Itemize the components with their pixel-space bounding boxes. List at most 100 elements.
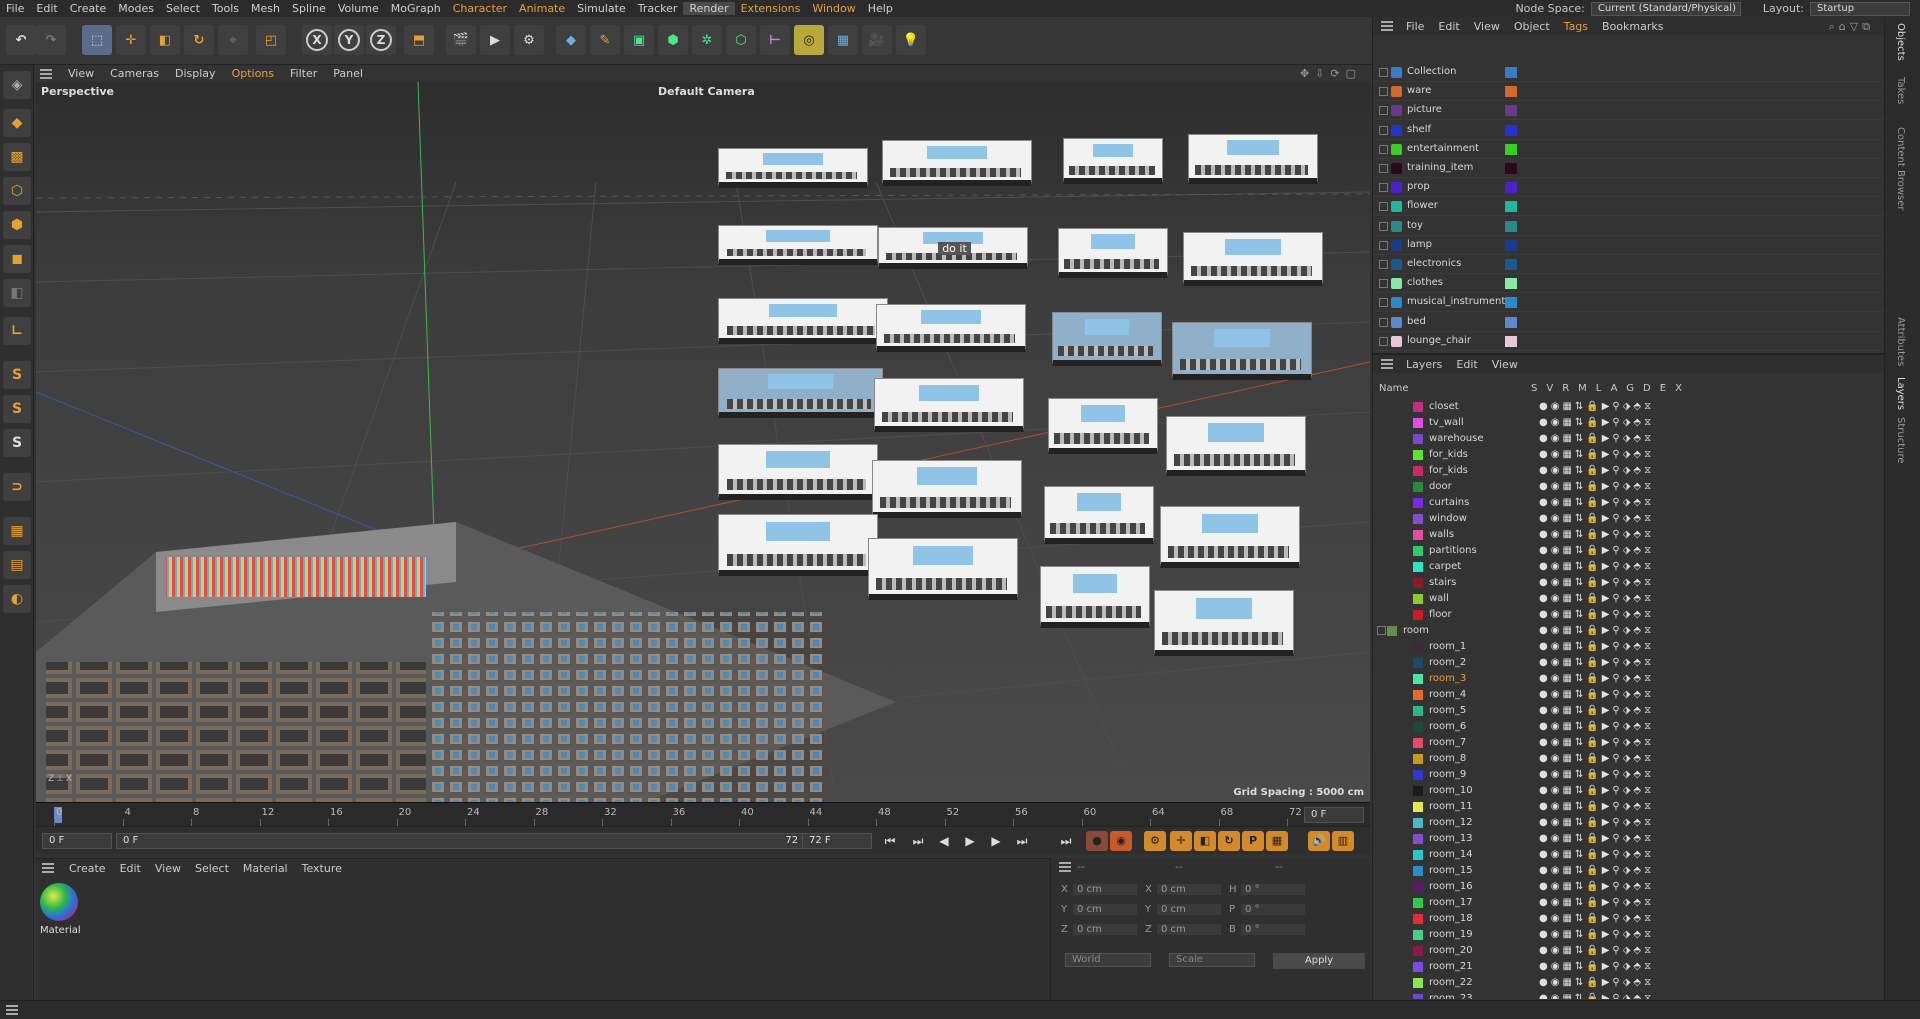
expand-icon[interactable] bbox=[1379, 336, 1388, 346]
coord-value-field[interactable]: 0 cm bbox=[1073, 924, 1137, 935]
object-row[interactable]: flower bbox=[1373, 197, 1885, 217]
viewport-nav-icons[interactable]: ✥⇩⟳▢ bbox=[1300, 67, 1362, 80]
layer-color-swatch[interactable] bbox=[1413, 450, 1423, 460]
layer-row[interactable]: room_14 ●◉▦⇅🔒▶⚲⬗⬘⧖ bbox=[1373, 847, 1885, 863]
layer-row[interactable]: closet ●◉▦⇅🔒▶⚲⬗⬘⧖ bbox=[1373, 399, 1885, 415]
locked-workplane-icon[interactable]: ◐ bbox=[3, 585, 31, 613]
expand-icon[interactable] bbox=[1379, 125, 1388, 135]
layer-flag-toggles[interactable]: ●◉▦⇅🔒▶⚲⬗⬘⧖ bbox=[1539, 849, 1654, 860]
layer-row[interactable]: room_21 ●◉▦⇅🔒▶⚲⬗⬘⧖ bbox=[1373, 959, 1885, 975]
layer-flag-toggles[interactable]: ●◉▦⇅🔒▶⚲⬗⬘⧖ bbox=[1539, 465, 1654, 476]
expand-icon[interactable] bbox=[1379, 298, 1388, 308]
menu-modes[interactable]: Modes bbox=[112, 2, 160, 15]
dock-tab-structure[interactable]: Structure bbox=[1895, 417, 1906, 464]
current-frame-field[interactable]: 0 F bbox=[1304, 807, 1364, 823]
workplane-snap-icon[interactable]: S bbox=[3, 429, 31, 457]
key-pla-icon[interactable]: ▦ bbox=[1266, 831, 1288, 851]
layer-flag-toggles[interactable]: ●◉▦⇅🔒▶⚲⬗⬘⧖ bbox=[1539, 929, 1654, 940]
layer-color-swatch[interactable] bbox=[1413, 642, 1423, 652]
coord-mode-dropdown[interactable]: World bbox=[1065, 953, 1151, 967]
layer-color-swatch[interactable] bbox=[1413, 818, 1423, 828]
layer-row[interactable]: stairs ●◉▦⇅🔒▶⚲⬗⬘⧖ bbox=[1373, 575, 1885, 591]
object-row[interactable]: lounge_chair bbox=[1373, 332, 1885, 351]
coord-value-field[interactable]: 0 cm bbox=[1157, 924, 1221, 935]
x-axis-lock-button[interactable]: X bbox=[302, 25, 332, 55]
layer-color-swatch[interactable] bbox=[1413, 738, 1423, 748]
expand-icon[interactable] bbox=[1379, 106, 1388, 116]
uv-mode-icon[interactable]: ◧ bbox=[3, 279, 31, 307]
light-icon[interactable]: 💡 bbox=[896, 25, 926, 55]
layer-flag-toggles[interactable]: ●◉▦⇅🔒▶⚲⬗⬘⧖ bbox=[1539, 977, 1654, 988]
layer-tag-swatch[interactable] bbox=[1505, 201, 1517, 213]
expand-icon[interactable] bbox=[1379, 144, 1388, 154]
coord-menu-icon[interactable] bbox=[1059, 862, 1071, 872]
prev-frame-icon[interactable]: ◀ bbox=[934, 832, 954, 850]
layer-row[interactable]: room_3 ●◉▦⇅🔒▶⚲⬗⬘⧖ bbox=[1373, 671, 1885, 687]
expand-icon[interactable] bbox=[1379, 202, 1388, 212]
layer-flag-header[interactable]: S bbox=[1531, 383, 1546, 394]
layer-row[interactable]: room_17 ●◉▦⇅🔒▶⚲⬗⬘⧖ bbox=[1373, 895, 1885, 911]
layer-row[interactable]: room_5 ●◉▦⇅🔒▶⚲⬗⬘⧖ bbox=[1373, 703, 1885, 719]
menu-mesh[interactable]: Mesh bbox=[245, 2, 286, 15]
undo-icon[interactable]: ↶ bbox=[6, 25, 36, 55]
layer-color-swatch[interactable] bbox=[1413, 482, 1423, 492]
viewport-menu-icon[interactable] bbox=[40, 68, 52, 79]
material-preview-icon[interactable] bbox=[40, 883, 78, 921]
menu-extensions[interactable]: Extensions bbox=[735, 2, 807, 15]
layer-color-swatch[interactable] bbox=[1413, 466, 1423, 476]
layer-flag-toggles[interactable]: ●◉▦⇅🔒▶⚲⬗⬘⧖ bbox=[1539, 897, 1654, 908]
film-icon[interactable]: ▥ bbox=[1332, 831, 1354, 851]
layer-flag-toggles[interactable]: ●◉▦⇅🔒▶⚲⬗⬘⧖ bbox=[1539, 769, 1654, 780]
texture-mode-icon[interactable]: ▩ bbox=[3, 143, 31, 171]
node-space-dropdown[interactable]: Current (Standard/Physical) bbox=[1590, 1, 1741, 16]
layer-row[interactable]: room_18 ●◉▦⇅🔒▶⚲⬗⬘⧖ bbox=[1373, 911, 1885, 927]
layer-flag-toggles[interactable]: ●◉▦⇅🔒▶⚲⬗⬘⧖ bbox=[1539, 785, 1654, 796]
layer-color-swatch[interactable] bbox=[1413, 882, 1423, 892]
layer-row[interactable]: room_10 ●◉▦⇅🔒▶⚲⬗⬘⧖ bbox=[1373, 783, 1885, 799]
snap-settings-icon[interactable]: S bbox=[3, 395, 31, 423]
layer-row[interactable]: room_2 ●◉▦⇅🔒▶⚲⬗⬘⧖ bbox=[1373, 655, 1885, 671]
layer-flag-toggles[interactable]: ●◉▦⇅🔒▶⚲⬗⬘⧖ bbox=[1539, 961, 1654, 972]
layer-color-swatch[interactable] bbox=[1413, 770, 1423, 780]
layer-tag-swatch[interactable] bbox=[1505, 335, 1517, 347]
layer-tag-swatch[interactable] bbox=[1505, 278, 1517, 290]
next-frame-icon[interactable]: ▶ bbox=[986, 832, 1006, 850]
layer-flag-toggles[interactable]: ●◉▦⇅🔒▶⚲⬗⬘⧖ bbox=[1539, 609, 1654, 620]
menu-volume[interactable]: Volume bbox=[332, 2, 385, 15]
live-selection-icon[interactable]: ⬚ bbox=[82, 25, 112, 55]
layer-row[interactable]: room_19 ●◉▦⇅🔒▶⚲⬗⬘⧖ bbox=[1373, 927, 1885, 943]
layers-menu-edit[interactable]: Edit bbox=[1449, 358, 1484, 371]
coord-value-field[interactable]: 0 ° bbox=[1241, 924, 1305, 935]
layer-flag-toggles[interactable]: ●◉▦⇅🔒▶⚲⬗⬘⧖ bbox=[1539, 945, 1654, 956]
objects-menu-view[interactable]: View bbox=[1467, 20, 1507, 33]
layer-flag-toggles[interactable]: ●◉▦⇅🔒▶⚲⬗⬘⧖ bbox=[1539, 529, 1654, 540]
layer-flag-toggles[interactable]: ●◉▦⇅🔒▶⚲⬗⬘⧖ bbox=[1539, 433, 1654, 444]
record-keys-icon[interactable]: ● bbox=[1086, 831, 1108, 851]
layer-row[interactable]: room_12 ●◉▦⇅🔒▶⚲⬗⬘⧖ bbox=[1373, 815, 1885, 831]
material-menu-edit[interactable]: Edit bbox=[113, 862, 148, 875]
z-axis-lock-button[interactable]: Z bbox=[366, 25, 396, 55]
prev-key-icon[interactable]: ⏭ bbox=[908, 832, 928, 850]
layer-tag-swatch[interactable] bbox=[1505, 316, 1517, 328]
camera-icon[interactable]: 🎥 bbox=[862, 25, 892, 55]
layer-row[interactable]: for_kids ●◉▦⇅🔒▶⚲⬗⬘⧖ bbox=[1373, 463, 1885, 479]
layer-flag-toggles[interactable]: ●◉▦⇅🔒▶⚲⬗⬘⧖ bbox=[1539, 673, 1654, 684]
menu-file[interactable]: File bbox=[0, 2, 30, 15]
coordinate-system-icon[interactable]: ⬒ bbox=[404, 25, 434, 55]
object-row[interactable]: clothes bbox=[1373, 274, 1885, 294]
layer-flag-toggles[interactable]: ●◉▦⇅🔒▶⚲⬗⬘⧖ bbox=[1539, 657, 1654, 668]
expand-icon[interactable] bbox=[1379, 221, 1388, 231]
layer-flag-header[interactable]: R bbox=[1562, 383, 1578, 394]
layout-dropdown[interactable]: Startup bbox=[1810, 1, 1910, 16]
layer-color-swatch[interactable] bbox=[1413, 706, 1423, 716]
viewport-menu-filter[interactable]: Filter bbox=[282, 67, 325, 80]
layer-color-swatch[interactable] bbox=[1413, 802, 1423, 812]
polygons-mode-icon[interactable]: ◼ bbox=[3, 245, 31, 273]
objects-toolbar-icons[interactable]: ⌕⌂▽⧉ bbox=[1829, 20, 1874, 34]
layer-row[interactable]: room_20 ●◉▦⇅🔒▶⚲⬗⬘⧖ bbox=[1373, 943, 1885, 959]
layer-color-swatch[interactable] bbox=[1413, 946, 1423, 956]
layer-flag-toggles[interactable]: ●◉▦⇅🔒▶⚲⬗⬘⧖ bbox=[1539, 513, 1654, 524]
layer-color-swatch[interactable] bbox=[1413, 594, 1423, 604]
layer-flag-toggles[interactable]: ●◉▦⇅🔒▶⚲⬗⬘⧖ bbox=[1539, 865, 1654, 876]
layer-flag-toggles[interactable]: ●◉▦⇅🔒▶⚲⬗⬘⧖ bbox=[1539, 689, 1654, 700]
